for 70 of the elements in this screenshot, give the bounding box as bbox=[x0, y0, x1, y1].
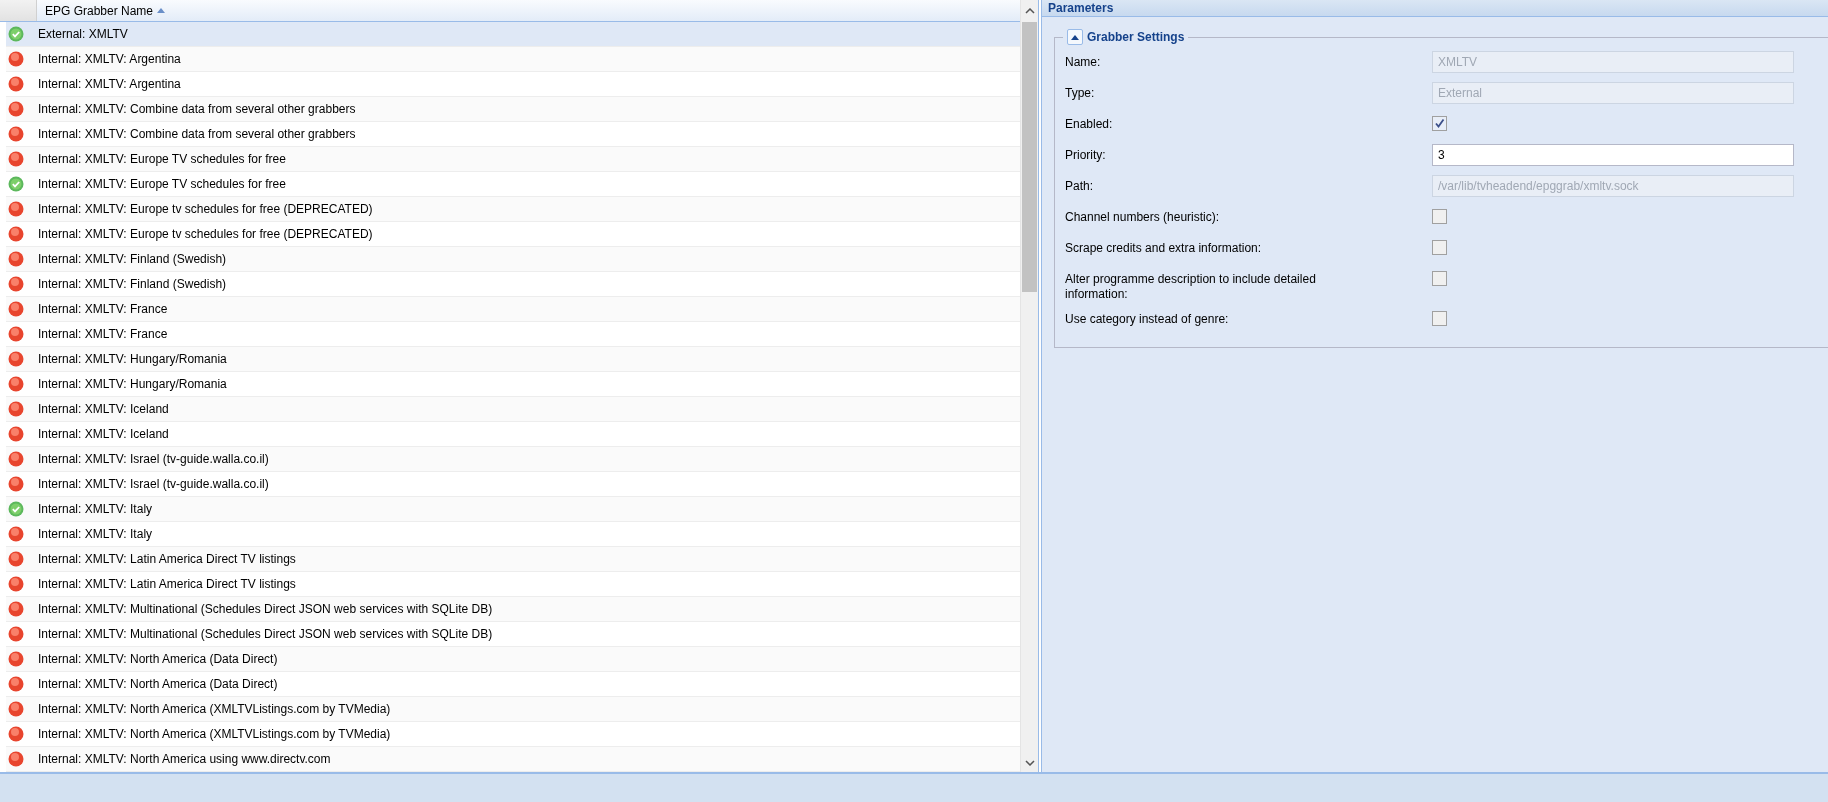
scroll-thumb[interactable] bbox=[1022, 22, 1037, 292]
grabber-name: Internal: XMLTV: Hungary/Romania bbox=[37, 352, 227, 366]
grid-row[interactable]: Internal: XMLTV: Argentina bbox=[6, 47, 1020, 72]
field-label: Channel numbers (heuristic): bbox=[1065, 209, 1221, 225]
grid-row[interactable]: Internal: XMLTV: Multinational (Schedules Direct JSON web services with SQLite DB) bbox=[6, 597, 1020, 622]
field-label: Enabled: bbox=[1065, 116, 1114, 132]
checkbox[interactable] bbox=[1432, 311, 1447, 326]
grabber-name: Internal: XMLTV: Europe tv schedules for free (DEPRECATED) bbox=[37, 227, 373, 241]
grid-row[interactable]: Internal: XMLTV: Latin America Direct TV listings bbox=[6, 547, 1020, 572]
grabber-name: Internal: XMLTV: Multinational (Schedules Direct JSON web services with SQLite DB) bbox=[37, 602, 493, 616]
grabber-name: Internal: XMLTV: Combine data from several other grabbers bbox=[37, 127, 356, 141]
grabber-name: Internal: XMLTV: Europe TV schedules for free bbox=[37, 177, 286, 191]
grabber-name: Internal: XMLTV: Israel (tv-guide.walla.co.il) bbox=[37, 452, 269, 466]
field-label: Use category instead of genre: bbox=[1065, 311, 1230, 327]
grabber-name: Internal: XMLTV: Italy bbox=[37, 527, 153, 541]
header-corner bbox=[0, 0, 37, 21]
grabber-name: Internal: XMLTV: North America (XMLTVListings.com by TVMedia) bbox=[37, 727, 391, 741]
grabber-name: Internal: XMLTV: Israel (tv-guide.walla.co.il) bbox=[37, 477, 269, 491]
panel-title: Parameters bbox=[1042, 0, 1828, 17]
grid-row[interactable]: Internal: XMLTV: North America using www.directv.com bbox=[6, 747, 1020, 772]
input-field[interactable]: 3 bbox=[1432, 144, 1794, 166]
field-label: Scrape credits and extra information: bbox=[1065, 240, 1263, 256]
grabber-name: Internal: XMLTV: Latin America Direct TV listings bbox=[37, 577, 296, 591]
grabber-name: Internal: XMLTV: Latin America Direct TV listings bbox=[37, 552, 296, 566]
scroll-down-icon[interactable] bbox=[1024, 760, 1035, 766]
collapse-button[interactable] bbox=[1067, 29, 1083, 45]
grabber-name: Internal: XMLTV: North America (XMLTVListings.com by TVMedia) bbox=[37, 702, 391, 716]
grid-row[interactable]: Internal: XMLTV: Italy bbox=[6, 497, 1020, 522]
grabber-name: Internal: XMLTV: Iceland bbox=[37, 427, 169, 441]
grid-row[interactable]: Internal: XMLTV: Iceland bbox=[6, 397, 1020, 422]
scroll-up-icon[interactable] bbox=[1024, 8, 1035, 14]
grabber-name: Internal: XMLTV: Iceland bbox=[37, 402, 169, 416]
scrollbar[interactable] bbox=[1020, 0, 1038, 772]
caret-icon bbox=[1071, 34, 1079, 40]
checkbox[interactable] bbox=[1432, 240, 1447, 255]
checkbox[interactable] bbox=[1432, 271, 1447, 286]
grabber-name: Internal: XMLTV: Hungary/Romania bbox=[37, 377, 227, 391]
grabber-name: Internal: XMLTV: Combine data from several other grabbers bbox=[37, 102, 356, 116]
field-label: Path: bbox=[1065, 178, 1095, 194]
grabber-name: Internal: XMLTV: Finland (Swedish) bbox=[37, 277, 227, 291]
grabber-name: Internal: XMLTV: Argentina bbox=[37, 52, 181, 66]
grid-row[interactable]: Internal: XMLTV: Finland (Swedish) bbox=[6, 247, 1020, 272]
checkbox[interactable] bbox=[1432, 209, 1447, 224]
grabber-name: Internal: XMLTV: North America (Data Direct) bbox=[37, 652, 278, 666]
field-label: Priority: bbox=[1065, 147, 1107, 163]
grabber-name: Internal: XMLTV: Finland (Swedish) bbox=[37, 252, 227, 266]
grid-row[interactable]: External: XMLTV bbox=[6, 22, 1020, 47]
grid-row[interactable]: Internal: XMLTV: Israel (tv-guide.walla.co.il) bbox=[6, 447, 1020, 472]
grabber-name: Internal: XMLTV: Multinational (Schedules Direct JSON web services with SQLite DB) bbox=[37, 627, 493, 641]
grabber-name: Internal: XMLTV: North America (Data Direct) bbox=[37, 677, 278, 691]
checkbox[interactable] bbox=[1432, 116, 1447, 131]
grabber-name: Internal: XMLTV: Italy bbox=[37, 502, 153, 516]
grabber-name: Internal: XMLTV: Europe TV schedules for free bbox=[37, 152, 286, 166]
group-title: Grabber Settings bbox=[1087, 30, 1185, 44]
grid-row[interactable]: Internal: XMLTV: Hungary/Romania bbox=[6, 347, 1020, 372]
grid-row[interactable]: Internal: XMLTV: North America (XMLTVListings.com by TVMedia) bbox=[6, 697, 1020, 722]
grid-row[interactable]: Internal: XMLTV: Europe tv schedules for free (DEPRECATED) bbox=[6, 197, 1020, 222]
field-label: Name: bbox=[1065, 54, 1102, 70]
grid-row[interactable]: Internal: XMLTV: North America (Data Direct) bbox=[6, 647, 1020, 672]
grabber-name: Internal: XMLTV: France bbox=[37, 302, 168, 316]
grid-row[interactable]: Internal: XMLTV: France bbox=[6, 297, 1020, 322]
grabber-name: Internal: XMLTV: France bbox=[37, 327, 168, 341]
grid-row[interactable]: Internal: XMLTV: Europe TV schedules for free bbox=[6, 147, 1020, 172]
field-label: Type: bbox=[1065, 85, 1096, 101]
grabber-name: External: XMLTV bbox=[37, 27, 128, 41]
field-label: Alter programme description to include detailed information: bbox=[1065, 271, 1317, 302]
grabber-name: Internal: XMLTV: North America using www.directv.com bbox=[37, 752, 331, 766]
grabber-name: Internal: XMLTV: Europe tv schedules for free (DEPRECATED) bbox=[37, 202, 373, 216]
grabber-name: Internal: XMLTV: Argentina bbox=[37, 77, 181, 91]
grid-row[interactable]: Internal: XMLTV: Combine data from several other grabbers bbox=[6, 97, 1020, 122]
